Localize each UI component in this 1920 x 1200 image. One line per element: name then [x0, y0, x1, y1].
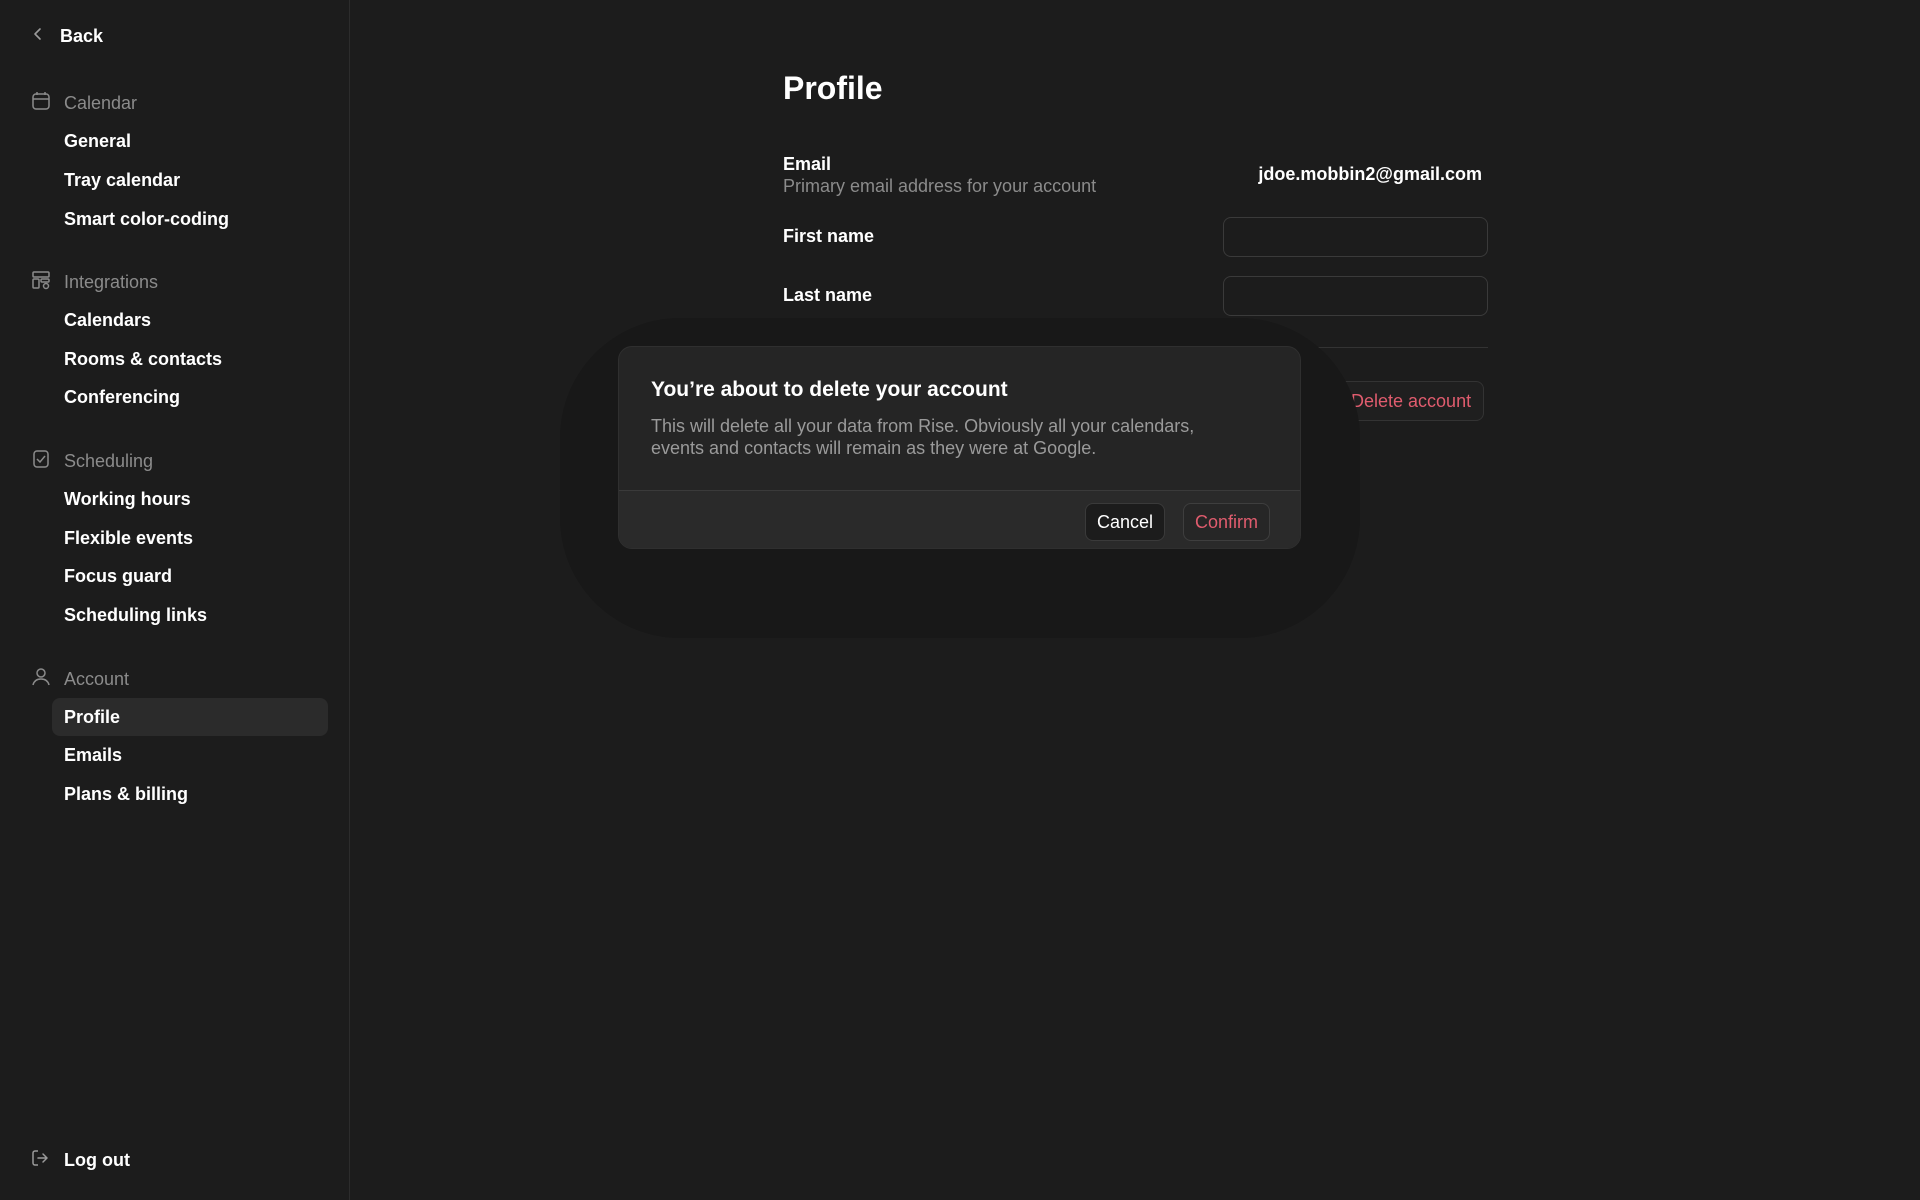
sidebar-item-label: Smart color-coding — [64, 208, 230, 229]
section-calendar: Calendar — [30, 90, 137, 117]
delete-account-button[interactable]: Delete account — [1338, 381, 1485, 421]
sidebar-item-label: Conferencing — [64, 386, 181, 407]
section-scheduling: Scheduling — [30, 448, 153, 475]
section-account: Account — [30, 666, 129, 693]
sidebar: Back Calendar General Tray calendar Smar… — [0, 0, 350, 1200]
email-value: jdoe.mobbin2@gmail.com — [1258, 164, 1482, 184]
sidebar-item-label: Calendars — [64, 309, 152, 330]
sidebar-item-label: Rooms & contacts — [64, 348, 223, 369]
sidebar-item-label: Plans & billing — [64, 783, 189, 804]
sidebar-item-rooms-contacts[interactable]: Rooms & contacts — [52, 340, 328, 378]
sidebar-item-smart-color-coding[interactable]: Smart color-coding — [52, 200, 328, 238]
calendar-icon — [30, 90, 52, 117]
scheduling-icon — [30, 448, 52, 475]
dialog-title: You’re about to delete your account — [651, 378, 1008, 401]
last-name-field[interactable] — [1223, 276, 1488, 316]
first-name-field[interactable] — [1223, 217, 1488, 257]
user-icon — [30, 666, 52, 693]
sidebar-item-label: Scheduling links — [64, 604, 208, 625]
sidebar-item-plans-billing[interactable]: Plans & billing — [52, 775, 328, 813]
last-name-label: Last name — [783, 285, 873, 305]
first-name-label: First name — [783, 226, 875, 246]
sidebar-item-tray-calendar[interactable]: Tray calendar — [52, 161, 328, 199]
email-label: Email — [783, 154, 832, 174]
sidebar-item-label: Tray calendar — [64, 169, 181, 190]
back-button[interactable]: Back — [30, 26, 103, 47]
sidebar-item-emails[interactable]: Emails — [52, 736, 328, 774]
sidebar-item-general[interactable]: General — [52, 122, 328, 160]
email-description: Primary email address for your account — [783, 176, 1097, 196]
sidebar-item-label: Profile — [64, 706, 121, 727]
section-title-calendar: Calendar — [64, 93, 138, 113]
logout-icon — [30, 1148, 50, 1173]
delete-account-dialog: You’re about to delete your account This… — [618, 346, 1301, 549]
sidebar-item-focus-guard[interactable]: Focus guard — [52, 557, 328, 595]
sidebar-item-label: Emails — [64, 744, 123, 765]
back-label: Back — [60, 26, 104, 46]
cancel-button[interactable]: Cancel — [1084, 503, 1165, 541]
logout-label: Log out — [64, 1150, 130, 1170]
sidebar-item-calendars[interactable]: Calendars — [52, 301, 328, 339]
page-title: Profile — [783, 70, 883, 106]
dialog-footer: Cancel Confirm — [619, 490, 1300, 548]
sidebar-item-label: Flexible events — [64, 527, 194, 548]
sidebar-item-scheduling-links[interactable]: Scheduling links — [52, 596, 328, 634]
confirm-button[interactable]: Confirm — [1182, 503, 1270, 541]
sidebar-item-working-hours[interactable]: Working hours — [52, 480, 328, 518]
sidebar-item-label: Working hours — [64, 488, 191, 509]
section-title-scheduling: Scheduling — [64, 451, 154, 471]
section-title-integrations: Integrations — [64, 272, 159, 292]
section-integrations: Integrations — [30, 269, 158, 296]
sidebar-item-conferencing[interactable]: Conferencing — [52, 378, 328, 416]
sidebar-item-label: Focus guard — [64, 565, 173, 586]
sidebar-item-flexible-events[interactable]: Flexible events — [52, 519, 328, 557]
section-title-account: Account — [64, 669, 130, 689]
chevron-left-icon — [30, 26, 46, 47]
sidebar-item-profile[interactable]: Profile — [52, 698, 328, 736]
sidebar-item-label: General — [64, 130, 132, 151]
dialog-message: This will delete all your data from Rise… — [651, 416, 1195, 458]
integrations-icon — [30, 269, 52, 296]
logout-button[interactable]: Log out — [30, 1148, 130, 1173]
